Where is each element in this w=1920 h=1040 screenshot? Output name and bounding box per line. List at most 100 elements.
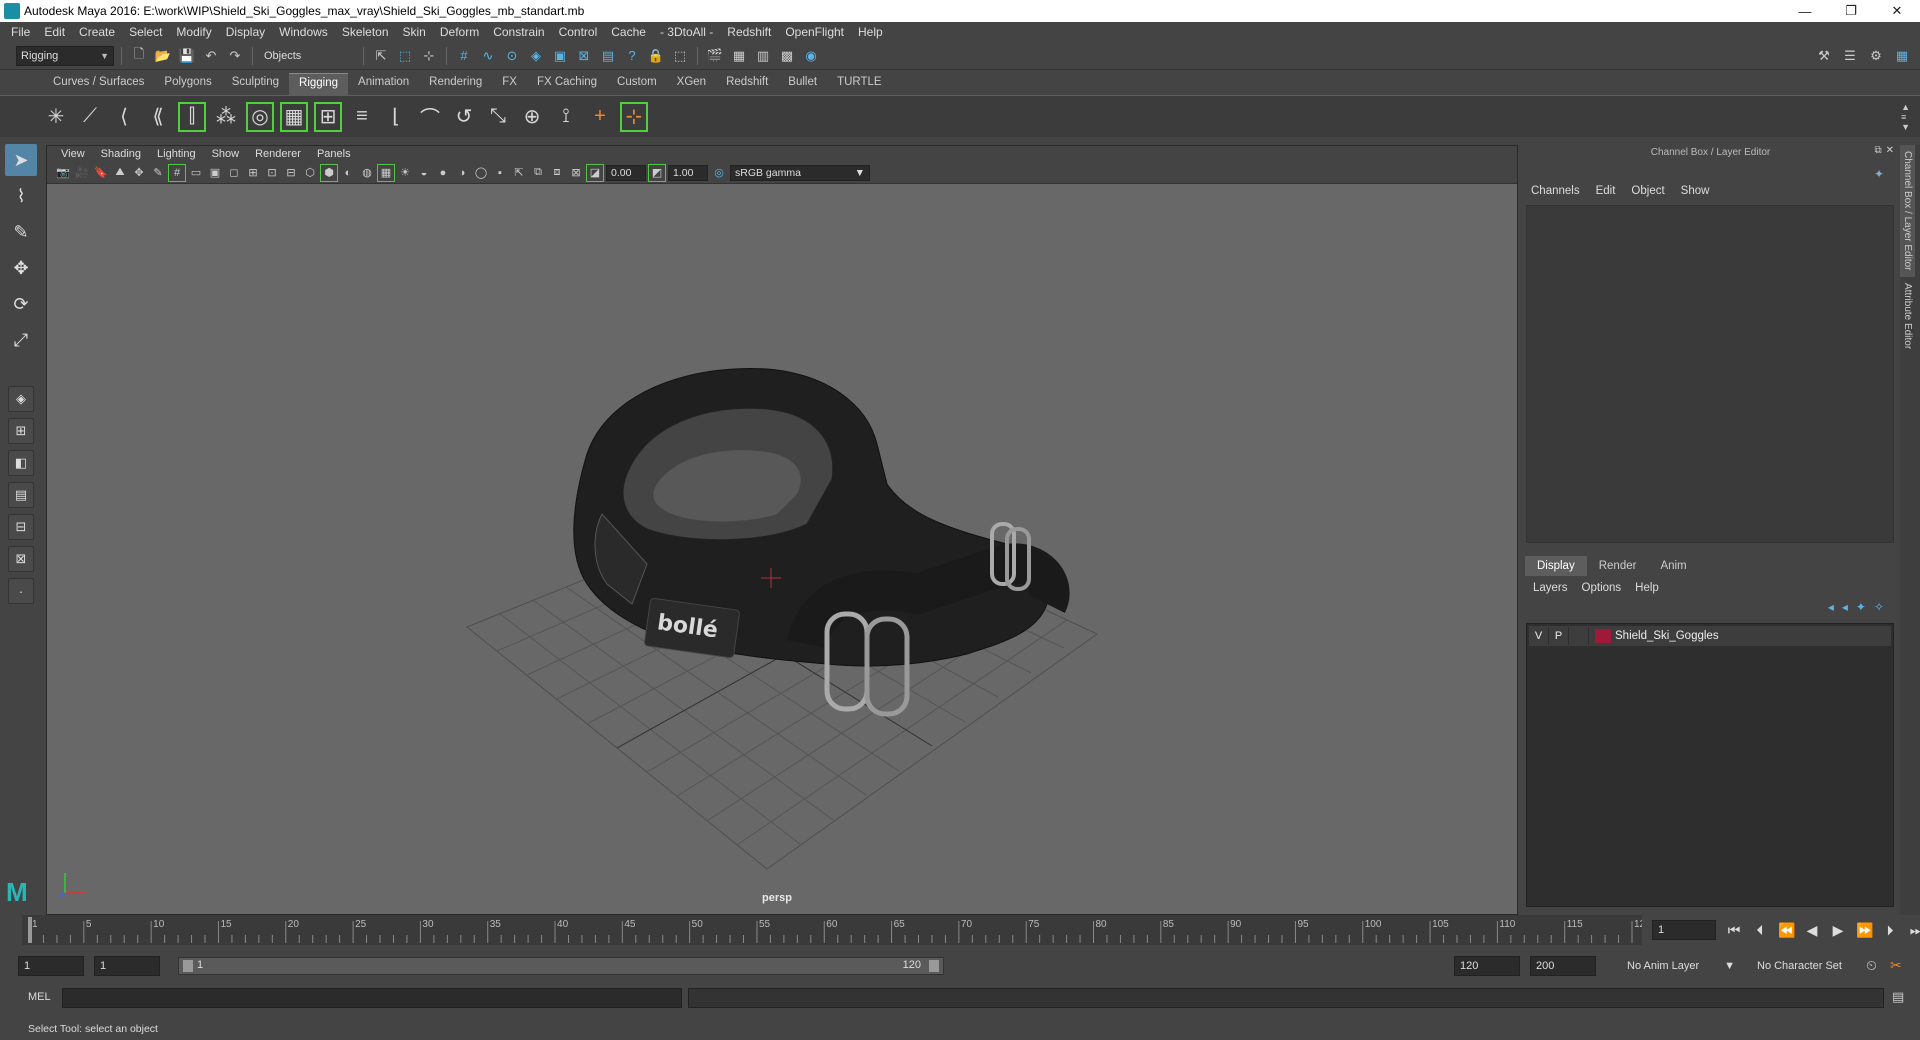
playback-end-field[interactable]: 120 [1454,956,1520,976]
render-current-frame-icon[interactable]: 🎬 [705,46,725,66]
more-layouts-icon[interactable]: · [8,578,34,604]
current-frame-field[interactable]: 1 [1652,920,1716,940]
command-input[interactable] [62,988,682,1008]
persp-outliner-layout-icon[interactable]: ◧ [8,450,34,476]
menu-constrain[interactable]: Constrain [486,25,551,39]
close-button[interactable]: ✕ [1874,0,1920,22]
menu-3dtoall[interactable]: - 3DtoAll - [653,25,720,39]
selection-lock-icon[interactable]: ⬚ [670,46,690,66]
safe-action-icon[interactable]: ⊡ [264,165,280,181]
options-menu[interactable]: Options [1582,582,1622,594]
help-menu[interactable]: Help [1635,582,1659,594]
bookmark-icon[interactable]: 🔖 [93,165,109,181]
menu-display[interactable]: Display [219,25,272,39]
layer-visibility-toggle[interactable]: V [1529,627,1549,645]
smooth-shade-icon[interactable]: ⬢ [320,163,338,182]
range-slider[interactable]: 1 120 [178,957,944,975]
cluster-icon[interactable]: ⁂ [212,102,240,132]
two-d-pan-zoom-icon[interactable]: ✥ [131,165,147,181]
use-all-lights-icon[interactable]: ☀ [397,165,413,181]
layers-menu[interactable]: Layers [1533,582,1568,594]
animation-end-field[interactable]: 200 [1530,956,1596,976]
edit-menu[interactable]: Edit [1596,185,1616,197]
locator-icon[interactable]: + [586,102,614,132]
tab-anim[interactable]: Anim [1648,556,1698,576]
shelf-tab-rigging[interactable]: Rigging [289,73,349,95]
xray-joints-icon[interactable]: ⊠ [568,165,584,181]
default-lighting-icon[interactable]: ◐ [340,165,356,181]
persp-render-layout-icon[interactable]: ⊠ [8,546,34,572]
tool-settings-toggle-icon[interactable]: ⚙ [1866,46,1886,66]
channel-box-toggle-icon[interactable]: ▦ [1892,46,1912,66]
select-by-hierarchy-icon[interactable]: ⇱ [371,46,391,66]
parent-constraint-icon[interactable]: ⌊ [382,102,410,132]
menu-select[interactable]: Select [122,25,169,39]
selection-mode-dropdown[interactable]: Objects [260,45,356,66]
ik-spline-handle-icon[interactable]: ⟨ [110,102,138,132]
attribute-editor-toggle-icon[interactable]: ☰ [1840,46,1860,66]
redo-icon[interactable]: ↷ [225,46,245,66]
menu-windows[interactable]: Windows [272,25,335,39]
field-chart-icon[interactable]: ⊞ [245,165,261,181]
viewport-menu-lighting[interactable]: Lighting [149,148,204,160]
orient-joint-icon[interactable]: ⫿ [178,101,206,132]
view-transform-dropdown[interactable]: sRGB gamma ▼ [730,164,870,181]
minimize-button[interactable]: — [1782,0,1828,22]
layer-name[interactable]: Shield_Ski_Goggles [1615,630,1719,642]
screen-space-ao-icon[interactable]: ● [435,165,451,181]
shelf-tab-turtle[interactable]: TURTLE [827,73,892,95]
tab-channel-box-layer-editor[interactable]: Channel Box / Layer Editor [1900,145,1915,277]
aim-constraint-icon[interactable]: ⊕ [518,102,546,132]
resolution-gate-icon[interactable]: ▣ [207,165,223,181]
viewport-menu-renderer[interactable]: Renderer [247,148,309,160]
shelf-tab-redshift[interactable]: Redshift [716,73,778,95]
construction-history-icon[interactable]: ? [622,46,642,66]
gamma-field[interactable]: 1.00 [668,164,708,181]
lattice-icon[interactable]: ◎ [246,101,274,132]
snap-to-projected-center-icon[interactable]: ◈ [526,46,546,66]
auto-key-icon[interactable]: ⏲ [1866,957,1877,974]
step-back-key-icon[interactable]: ⏪ [1778,922,1795,939]
viewport-canvas[interactable]: bollé persp [47,184,1517,914]
shelf-tab-polygons[interactable]: Polygons [154,73,221,95]
shelf-tab-sculpting[interactable]: Sculpting [222,73,289,95]
lock-icon[interactable]: 🔒 [646,46,666,66]
isolate-select-icon[interactable]: ⇱ [511,165,527,181]
step-forward-key-icon[interactable]: ⏩ [1856,922,1873,939]
tab-render[interactable]: Render [1587,556,1649,576]
object-menu[interactable]: Object [1631,185,1664,197]
tab-display[interactable]: Display [1525,556,1587,576]
wireframe-on-shaded-icon[interactable]: ◍ [359,165,375,181]
make-live-icon[interactable]: ⊠ [574,46,594,66]
render-settings-icon[interactable]: ▥ [753,46,773,66]
snap-to-curve-icon[interactable]: ∿ [478,46,498,66]
new-scene-icon[interactable]: 🗋 [129,46,149,66]
playback-start-field[interactable]: 1 [94,956,160,976]
modeling-toolkit-icon[interactable]: ⚒ [1814,46,1834,66]
open-scene-icon[interactable]: 📂 [153,46,173,66]
shelf-menu-icon[interactable]: ≡ [1901,112,1910,122]
gamma-icon[interactable]: ◩ [648,163,666,182]
layer-display-type-toggle[interactable] [1569,627,1589,645]
viewport-menu-show[interactable]: Show [204,148,248,160]
film-gate-icon[interactable]: ▭ [188,165,204,181]
menu-control[interactable]: Control [552,25,605,39]
go-to-start-icon[interactable]: ⏮ [1726,922,1742,939]
ipr-render-icon[interactable]: ▦ [729,46,749,66]
script-editor-icon[interactable]: ▤ [1892,989,1904,1005]
camera-attributes-icon[interactable]: 🎥 [74,165,90,181]
menu-cache[interactable]: Cache [604,25,653,39]
time-slider[interactable]: 1 5 10 15 20 25 30 35 40 45 50 55 60 65 70 75 80 85 90 95 10… [22,915,1642,945]
input-output-icon[interactable]: ▤ [598,46,618,66]
step-back-frame-icon[interactable]: ⏴ [1752,922,1768,939]
mirror-joint-icon[interactable]: ⟪ [144,102,172,132]
float-panel-icon[interactable]: ⧉ [1874,145,1881,156]
layer-playback-toggle[interactable]: P [1549,627,1569,645]
new-layer-icon[interactable]: ✦ [1856,600,1866,614]
orient-constraint-icon[interactable]: ↺ [450,102,478,132]
point-constraint-icon[interactable]: ⌒ [416,102,444,132]
viewport-menu-view[interactable]: View [53,148,93,160]
anti-aliasing-icon[interactable]: ◯ [473,165,489,181]
bind-skin-icon[interactable]: ≡ [348,102,376,132]
shelf-tab-bullet[interactable]: Bullet [778,73,827,95]
